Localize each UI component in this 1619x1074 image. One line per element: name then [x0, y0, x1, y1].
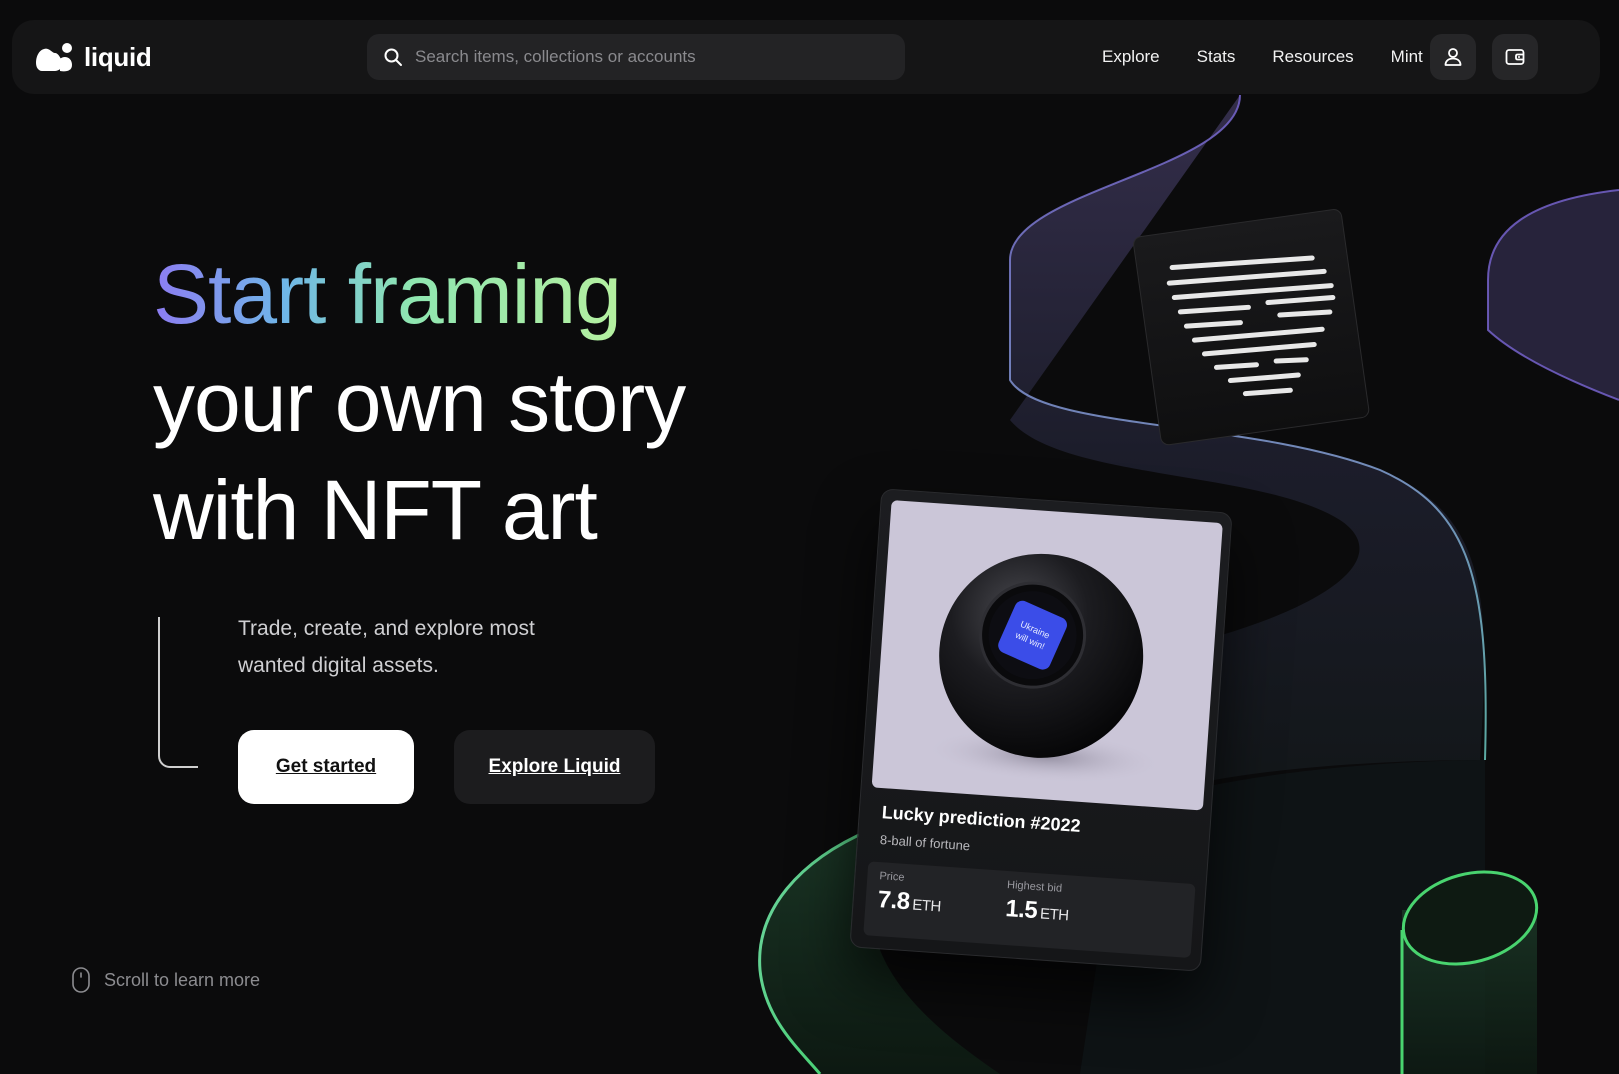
- nft-stats: Price 7.8ETH Highest bid 1.5ETH: [863, 861, 1196, 958]
- scroll-hint-text: Scroll to learn more: [104, 969, 261, 990]
- nav-mint[interactable]: Mint: [1391, 47, 1423, 67]
- nav-resources[interactable]: Resources: [1272, 47, 1353, 67]
- hero-title: Start framing your own story with NFT ar…: [153, 240, 853, 564]
- search-bar[interactable]: [367, 34, 905, 80]
- bid-unit: ETH: [1039, 905, 1070, 925]
- nav-stats[interactable]: Stats: [1197, 47, 1236, 67]
- explore-liquid-button[interactable]: Explore Liquid: [454, 730, 655, 804]
- price-value: 7.8: [876, 886, 911, 916]
- hero-title-gradient: Start framing: [153, 247, 622, 341]
- nft-card-image: Ukraine will win!: [871, 500, 1223, 811]
- price-label: Price: [878, 870, 905, 884]
- hero-title-line2: your own story: [153, 355, 686, 449]
- logo[interactable]: liquid: [34, 40, 152, 74]
- nft-card[interactable]: Ukraine will win! Lucky prediction #2022…: [849, 488, 1233, 972]
- user-icon: [1444, 48, 1462, 66]
- mouse-icon: [72, 967, 90, 993]
- search-icon: [384, 48, 402, 66]
- hero-title-line3: with NFT art: [153, 463, 598, 557]
- page: liquid Explore Stats Resources Mint: [0, 0, 1619, 1074]
- account-button[interactable]: [1430, 34, 1476, 80]
- eight-ball-image: Ukraine will win!: [924, 553, 1164, 784]
- bid-value: 1.5: [1004, 894, 1039, 925]
- main-menu: Explore Stats Resources Mint: [1102, 20, 1460, 94]
- green-cylinder: [1400, 870, 1539, 1074]
- decorative-bracket: [158, 617, 198, 768]
- nft-subtitle: 8-ball of fortune: [879, 832, 971, 854]
- logo-icon: [36, 43, 72, 72]
- right-ribbon: [1488, 190, 1619, 400]
- wallet-icon: [1505, 49, 1525, 65]
- nav-explore[interactable]: Explore: [1102, 47, 1160, 67]
- price-unit: ETH: [911, 896, 942, 916]
- hero-description: Trade, create, and explore most wanted d…: [238, 617, 535, 677]
- top-navbar: liquid Explore Stats Resources Mint: [12, 20, 1600, 94]
- back-art-card: [1133, 209, 1370, 446]
- logo-text: liquid: [84, 41, 152, 72]
- scroll-hint: Scroll to learn more: [70, 966, 260, 994]
- price-stat: Price 7.8ETH: [877, 870, 943, 918]
- search-input[interactable]: [415, 47, 885, 67]
- nft-title: Lucky prediction #2022: [881, 802, 1082, 836]
- get-started-button[interactable]: Get started: [238, 730, 414, 804]
- wallet-button[interactable]: [1492, 34, 1538, 80]
- bid-label: Highest bid: [1006, 879, 1063, 895]
- bid-stat: Highest bid 1.5ETH: [1004, 879, 1070, 927]
